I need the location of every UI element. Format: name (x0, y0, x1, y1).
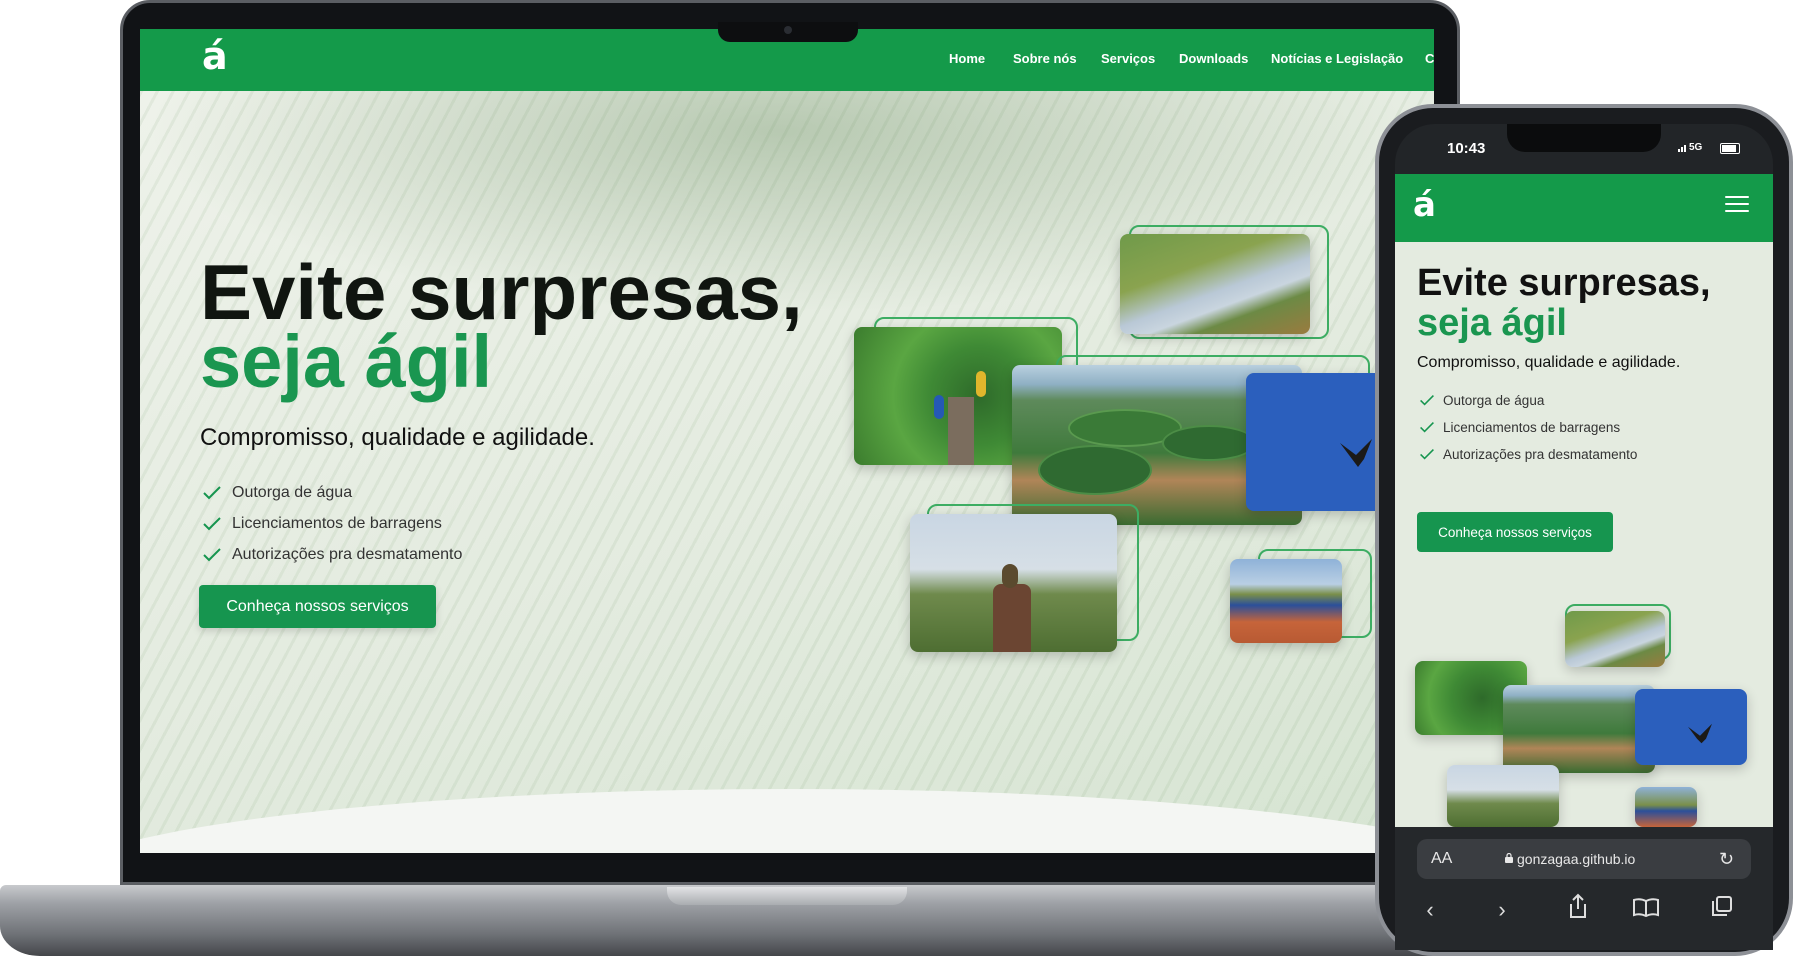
lock-icon (1505, 853, 1513, 863)
checklist-label: Autorizações pra desmatamento (232, 545, 463, 563)
mobile-hero-title: Evite surpresas, (1417, 262, 1711, 304)
chevron-left-icon[interactable]: ‹ (1415, 897, 1445, 923)
field-photo (1565, 611, 1665, 667)
service-checklist: Outorga de água Licenciamentos de barrag… (202, 477, 462, 570)
mobile-hero-title-accent: seja ágil (1417, 302, 1567, 344)
bird-sky-photo (1635, 689, 1747, 765)
dam-photo (1230, 559, 1342, 643)
check-icon (1420, 395, 1434, 406)
hero-subtitle: Compromisso, qualidade e agilidade. (200, 424, 595, 451)
network-label: 5G (1689, 142, 1703, 153)
dam-photo (1635, 787, 1697, 827)
services-cta-button[interactable]: Conheça nossos serviços (199, 585, 436, 628)
mobile-navbar: á (1395, 174, 1773, 242)
check-icon (203, 547, 221, 561)
nav-item-servicos[interactable]: Serviços (1101, 51, 1155, 66)
nav-item-home[interactable]: Home (949, 51, 985, 66)
list-item: Licenciamentos de barragens (202, 508, 462, 539)
bird-post-photo (1447, 765, 1559, 827)
check-icon (203, 516, 221, 530)
bird-sky-photo (1246, 373, 1386, 511)
field-photo (1120, 234, 1310, 334)
mobile-hero-subtitle: Compromisso, qualidade e agilidade. (1417, 354, 1681, 371)
laptop-screen: á Home Sobre nós Serviços Downloads Notí… (140, 29, 1434, 853)
aerial-pivot-photo (1503, 685, 1655, 773)
site-logo[interactable]: á (202, 37, 228, 75)
check-icon (203, 485, 221, 499)
check-icon (1420, 449, 1434, 460)
nav-item-sobre[interactable]: Sobre nós (1013, 51, 1077, 66)
hero-title-accent: seja ágil (200, 320, 493, 403)
site-logo[interactable]: á (1413, 188, 1436, 222)
nav-item-noticias[interactable]: Notícias e Legislação (1271, 51, 1403, 66)
checklist-label: Outorga de água (1443, 393, 1545, 408)
phone-screen: 10:43 5G á Evite surpresas, seja ágil Co… (1395, 124, 1773, 950)
list-item: Licenciamentos de barragens (1419, 414, 1637, 441)
reload-icon[interactable]: ↻ (1719, 849, 1734, 870)
nav-item-downloads[interactable]: Downloads (1179, 51, 1248, 66)
list-item: Outorga de água (1419, 387, 1637, 414)
checklist-label: Autorizações pra desmatamento (1443, 447, 1638, 462)
mobile-service-checklist: Outorga de água Licenciamentos de barrag… (1419, 387, 1637, 468)
book-icon[interactable] (1631, 897, 1661, 917)
laptop-base (0, 885, 1560, 956)
mobile-services-cta-button[interactable]: Conheça nossos serviços (1417, 512, 1613, 552)
status-time: 10:43 (1447, 140, 1486, 157)
tabs-icon[interactable] (1707, 895, 1737, 917)
bird-post-photo (910, 514, 1117, 652)
laptop-camera-notch (718, 22, 858, 42)
reader-aa-button[interactable]: AA (1431, 850, 1452, 868)
check-icon (1420, 422, 1434, 433)
phone-notch (1507, 124, 1661, 152)
browser-toolbar: AA gonzagaa.github.io ↻ ‹ › (1395, 827, 1773, 950)
share-icon[interactable] (1563, 893, 1593, 919)
signal-icon (1678, 145, 1686, 152)
checklist-label: Licenciamentos de barragens (1443, 420, 1621, 435)
list-item: Autorizações pra desmatamento (1419, 441, 1637, 468)
chevron-right-icon[interactable]: › (1487, 897, 1517, 923)
battery-icon (1720, 143, 1740, 154)
list-item: Autorizações pra desmatamento (202, 539, 462, 570)
list-item: Outorga de água (202, 477, 462, 508)
checklist-label: Licenciamentos de barragens (232, 514, 442, 532)
hamburger-menu-icon[interactable] (1725, 196, 1749, 216)
nav-item-contato[interactable]: C (1425, 51, 1434, 66)
address-bar[interactable]: AA gonzagaa.github.io ↻ (1417, 839, 1751, 879)
url-text: gonzagaa.github.io (1517, 851, 1636, 867)
checklist-label: Outorga de água (232, 483, 353, 501)
